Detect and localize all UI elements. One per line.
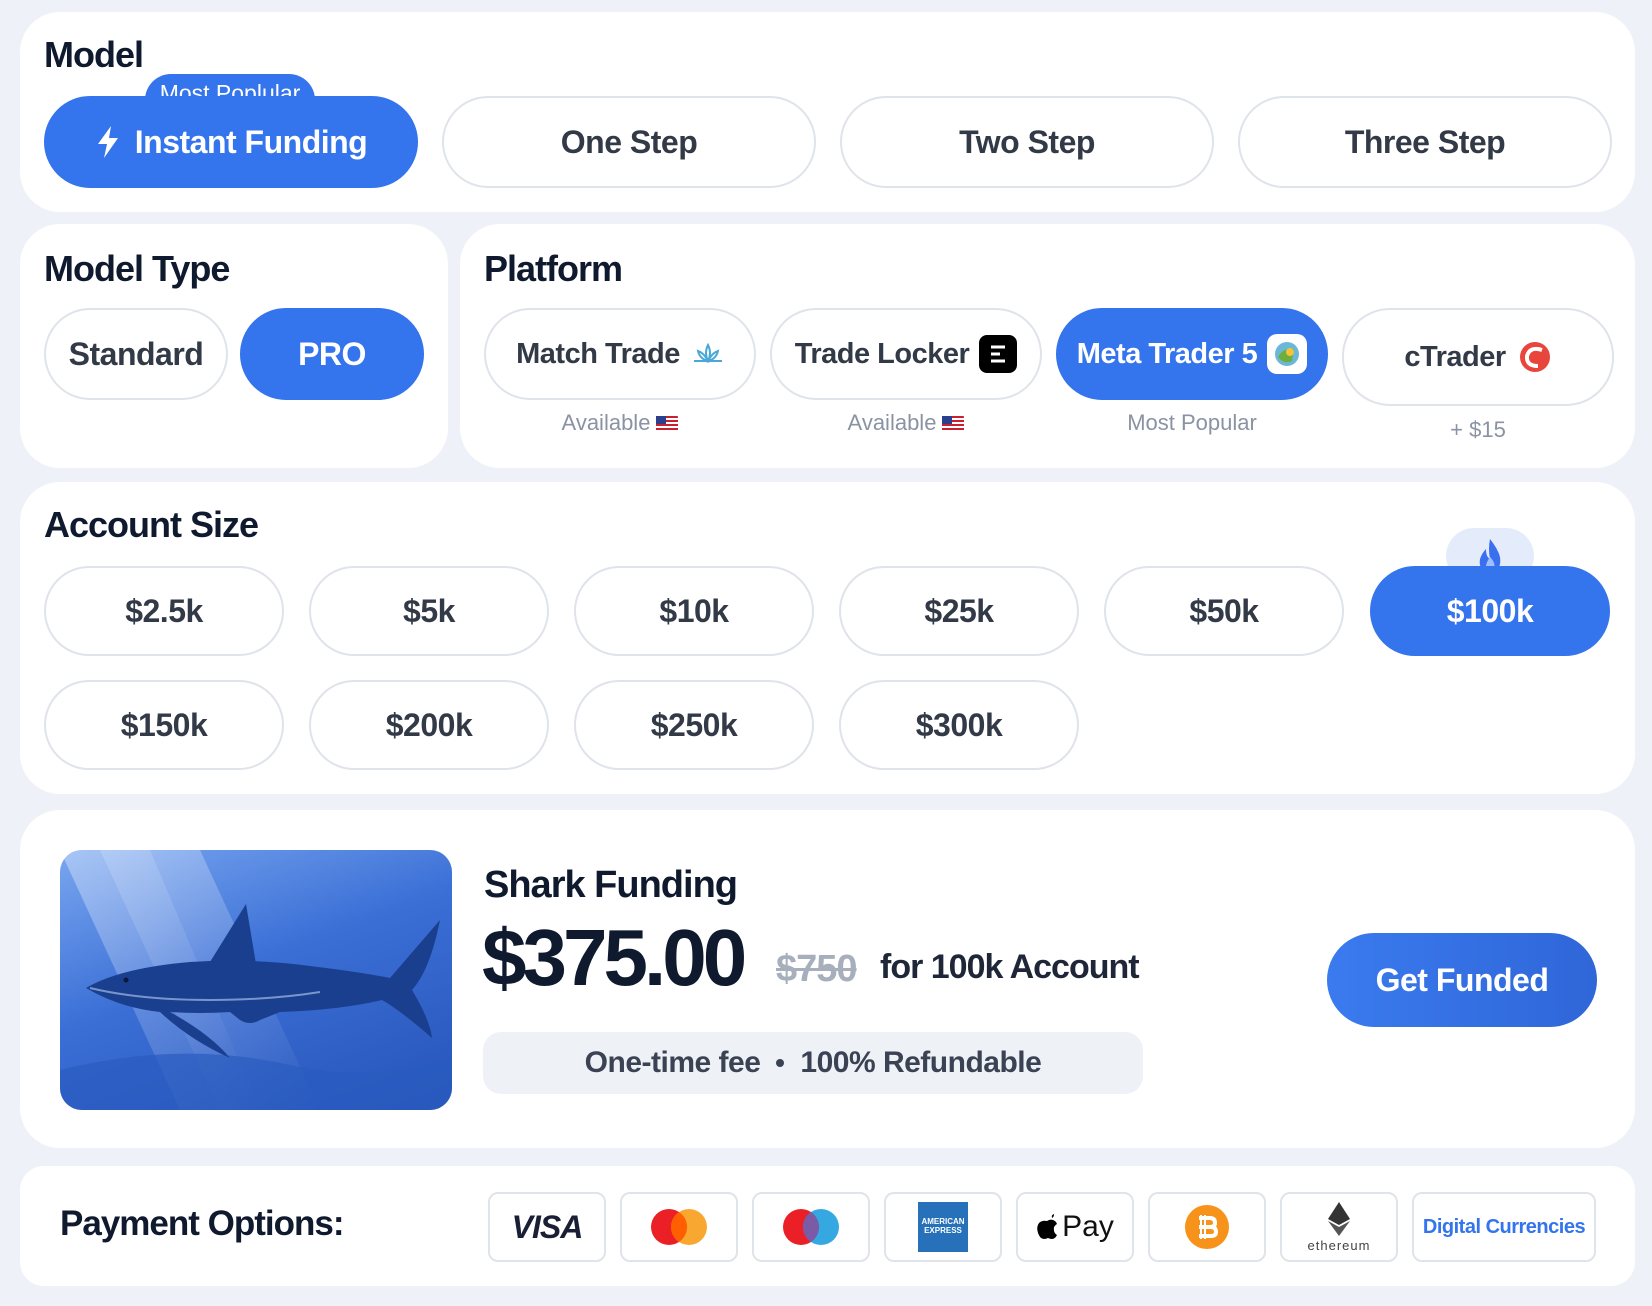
fee-text: One-time fee	[584, 1046, 761, 1079]
us-flag-icon	[942, 415, 965, 431]
metatrader-logo-icon	[1267, 334, 1308, 374]
platform-card: Platform Match Trade Available Trade Loc…	[460, 224, 1635, 468]
model-instant-funding-button[interactable]: Instant Funding	[44, 96, 418, 188]
platform-label: cTrader	[1404, 340, 1506, 373]
model-type-title: Model Type	[44, 248, 230, 289]
get-funded-button[interactable]: Get Funded	[1327, 933, 1597, 1027]
platform-label: Meta Trader 5	[1076, 337, 1258, 370]
size-10k-button[interactable]: $10k	[574, 566, 814, 656]
payment-card: Payment Options: VISA AMERICAN EXPRESS P…	[20, 1166, 1635, 1286]
platform-trade-locker-status: Available	[770, 408, 1042, 438]
size-50k-button[interactable]: $50k	[1104, 566, 1344, 656]
size-5k-button[interactable]: $5k	[309, 566, 549, 656]
size-150k-button[interactable]: $150k	[44, 680, 284, 770]
match-trade-logo-icon	[692, 341, 724, 367]
model-two-step-button[interactable]: Two Step	[840, 96, 1214, 188]
digital-currencies-option: Digital Currencies	[1412, 1192, 1596, 1262]
model-three-step-button[interactable]: Three Step	[1238, 96, 1612, 188]
visa-icon: VISA	[488, 1192, 606, 1262]
model-title: Model	[44, 34, 144, 75]
account-size-card: Account Size $2.5k $5k $10k $25k $50k $1…	[20, 482, 1635, 794]
account-size-title: Account Size	[44, 504, 259, 545]
size-25k-button[interactable]: $25k	[839, 566, 1079, 656]
apple-pay-icon: Pay	[1016, 1192, 1134, 1262]
platform-label: Trade Locker	[794, 337, 970, 370]
plan-name: Shark Funding	[484, 864, 738, 906]
amex-logo: AMERICAN EXPRESS	[918, 1202, 968, 1252]
platform-ctrader-status: + $15	[1450, 417, 1506, 442]
model-type-pro-button[interactable]: PRO	[240, 308, 424, 400]
mastercard-icon	[620, 1192, 738, 1262]
amex-icon: AMERICAN EXPRESS	[884, 1192, 1002, 1262]
size-200k-button[interactable]: $200k	[309, 680, 549, 770]
trade-locker-logo-icon	[979, 335, 1018, 373]
size-300k-button[interactable]: $300k	[839, 680, 1079, 770]
model-card: Model Most Poplular Instant Funding One …	[20, 12, 1635, 212]
platform-label: Match Trade	[516, 337, 680, 370]
status-text: Available	[847, 410, 937, 435]
size-2-5k-button[interactable]: $2.5k	[44, 566, 284, 656]
model-option-label: Instant Funding	[134, 123, 368, 160]
platform-ctrader-button[interactable]: cTrader	[1342, 308, 1614, 406]
status-text: Available	[561, 410, 651, 435]
model-type-card: Model Type Standard PRO	[20, 224, 448, 468]
platform-match-trade-status: Available	[484, 408, 756, 438]
summary-card: Shark Funding $375.00 $750 for 100k Acco…	[20, 810, 1635, 1148]
visa-text: VISA	[511, 1208, 584, 1245]
bitcoin-icon	[1148, 1192, 1266, 1262]
digital-currencies-text: Digital Currencies	[1422, 1215, 1586, 1238]
platform-title: Platform	[484, 248, 623, 289]
us-flag-icon	[656, 415, 679, 431]
model-type-standard-button[interactable]: Standard	[44, 308, 228, 400]
size-250k-button[interactable]: $250k	[574, 680, 814, 770]
ctrader-logo-icon	[1518, 340, 1552, 374]
old-price: $750	[776, 948, 858, 990]
size-100k-button[interactable]: $100k	[1370, 566, 1610, 656]
payment-title: Payment Options:	[60, 1204, 344, 1243]
price: $375.00	[482, 913, 747, 1002]
ethereum-icon: ethereum	[1280, 1192, 1398, 1262]
apple-pay-text: Pay	[1062, 1210, 1114, 1243]
maestro-icon	[752, 1192, 870, 1262]
ethereum-text: ethereum	[1307, 1237, 1371, 1253]
platform-meta-trader-5-status: Most Popular	[1127, 410, 1257, 435]
platform-meta-trader-5-button[interactable]: Meta Trader 5	[1056, 308, 1328, 400]
platform-trade-locker-button[interactable]: Trade Locker	[770, 308, 1042, 400]
model-one-step-button[interactable]: One Step	[442, 96, 816, 188]
separator-dot	[776, 1059, 785, 1067]
fee-info-bar: One-time fee 100% Refundable	[483, 1032, 1143, 1094]
lightning-icon	[95, 125, 121, 159]
shark-image	[60, 850, 452, 1110]
refund-text: 100% Refundable	[800, 1046, 1042, 1079]
amex-line2: EXPRESS	[924, 1226, 962, 1235]
account-description: for 100k Account	[880, 948, 1140, 986]
platform-match-trade-button[interactable]: Match Trade	[484, 308, 756, 400]
